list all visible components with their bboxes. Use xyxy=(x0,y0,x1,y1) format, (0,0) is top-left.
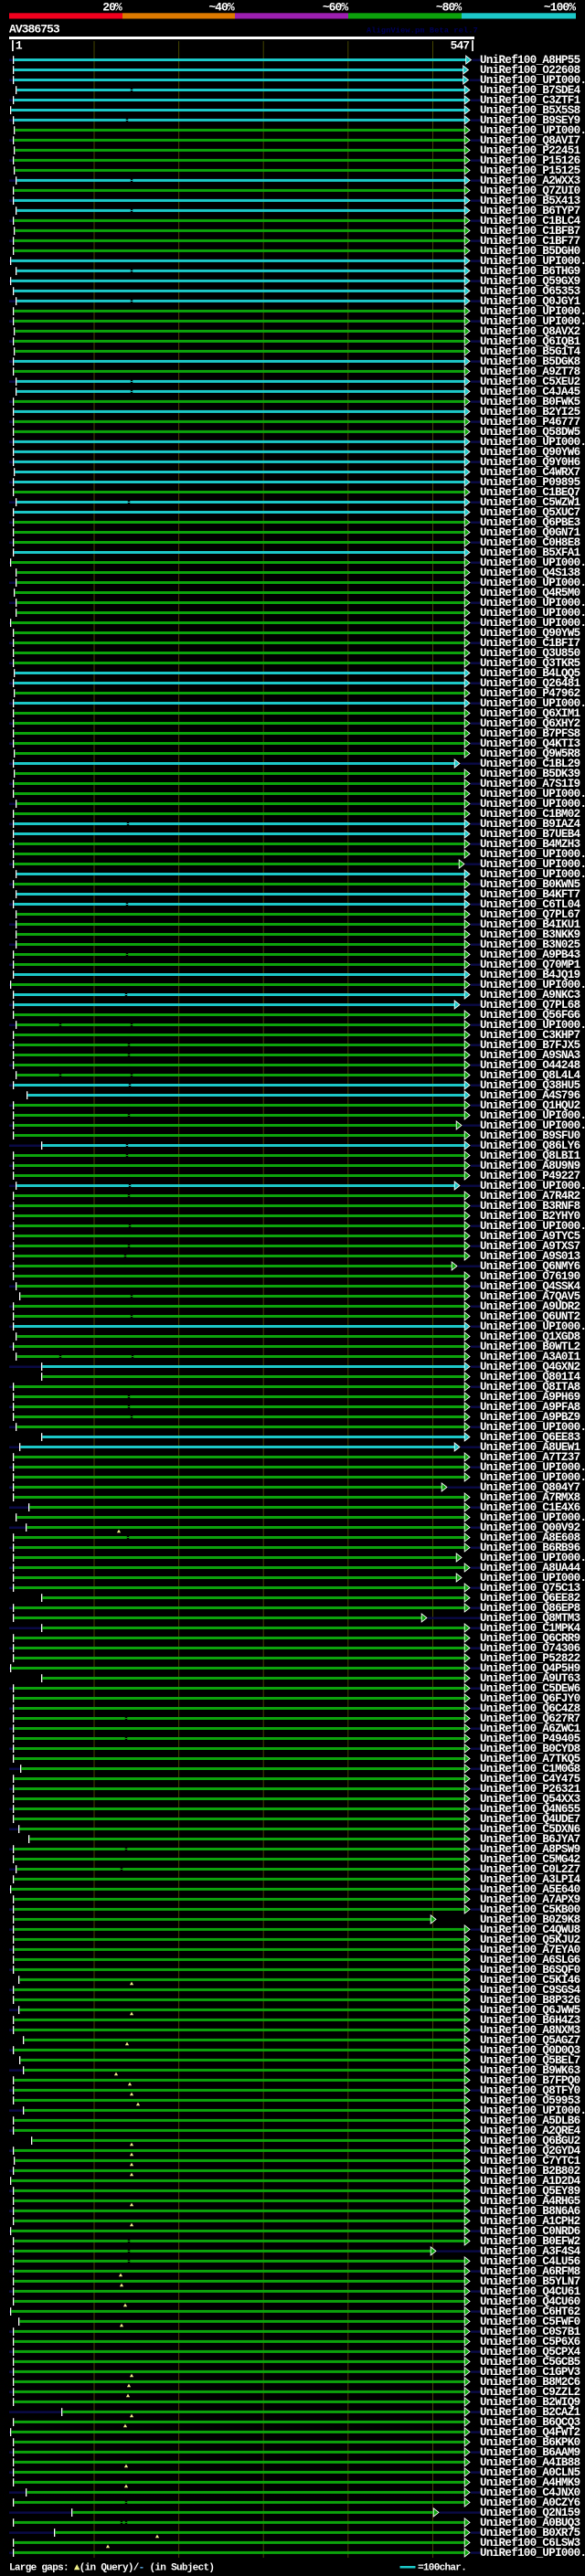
svg-text:|1: |1 xyxy=(9,39,23,53)
svg-text:~100%: ~100% xyxy=(544,1,576,15)
svg-text:~40%: ~40% xyxy=(208,1,235,15)
svg-text:Large gaps: ▲(in Query)/- (in: Large gaps: ▲(in Query)/- (in Subject) xyxy=(9,2563,214,2574)
svg-text:~60%: ~60% xyxy=(323,1,349,15)
svg-text:AV386753: AV386753 xyxy=(9,23,60,37)
svg-text:547|: 547| xyxy=(451,39,475,53)
svg-text:20%: 20% xyxy=(102,1,122,15)
svg-text:~80%: ~80% xyxy=(436,1,463,15)
svg-text:UniRef100_UPI000..: UniRef100_UPI000.. xyxy=(480,2547,585,2560)
svg-text:=100char.: =100char. xyxy=(418,2563,466,2574)
svg-text:AlignView.pm Beta rel.7: AlignView.pm Beta rel.7 xyxy=(367,27,478,36)
